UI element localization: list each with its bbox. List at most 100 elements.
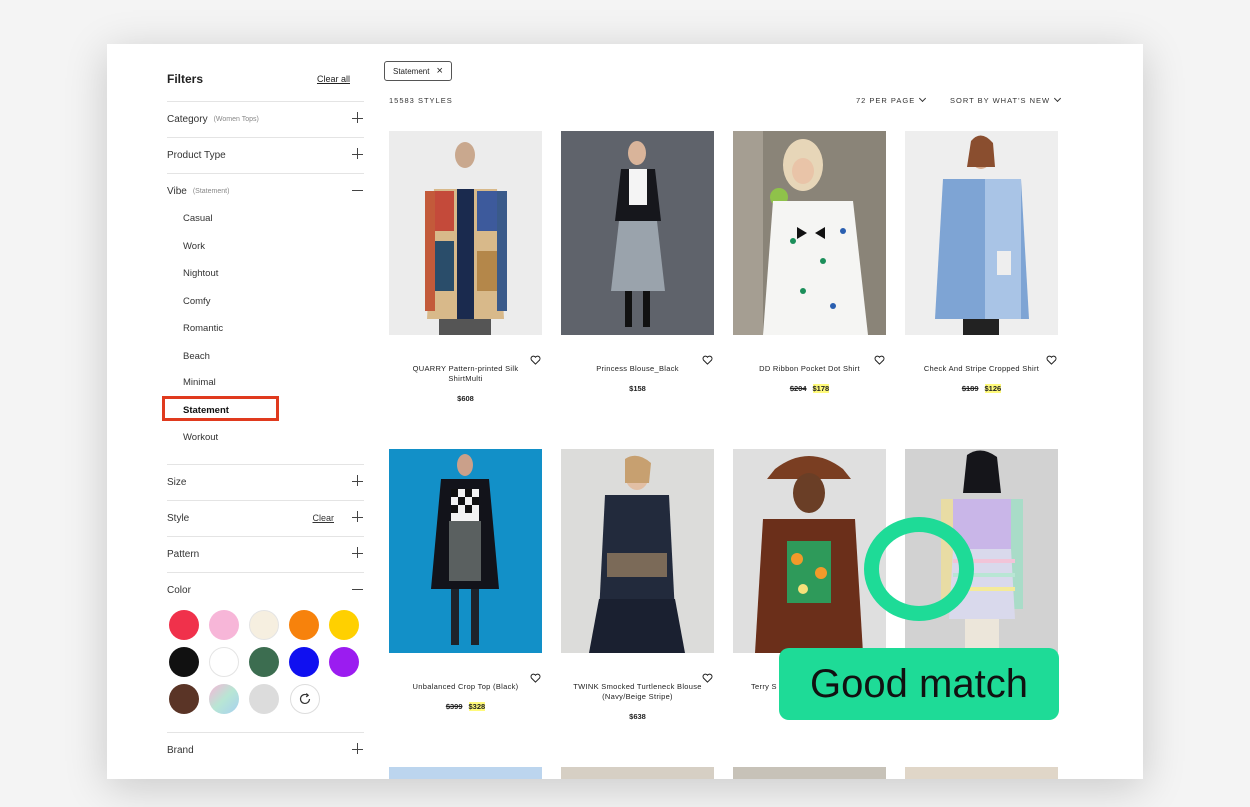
per-page-label: 72 PER PAGE xyxy=(856,96,916,105)
product-photo xyxy=(905,131,1058,335)
filter-category[interactable]: Category (Women Tops) xyxy=(167,101,364,137)
product-card[interactable] xyxy=(389,767,542,779)
active-filter-chip[interactable]: Statement × xyxy=(384,61,452,81)
vibe-label: Vibe xyxy=(167,186,187,197)
expand-icon[interactable] xyxy=(352,475,364,487)
expand-icon[interactable] xyxy=(352,112,364,124)
product-photo xyxy=(733,449,886,653)
product-photo xyxy=(561,449,714,653)
expand-icon[interactable] xyxy=(352,511,364,523)
color-swatch[interactable] xyxy=(249,647,279,677)
product-image[interactable] xyxy=(905,131,1058,335)
color-label: Color xyxy=(167,585,191,596)
refresh-icon xyxy=(299,693,311,705)
sale-price: $126 xyxy=(984,384,1002,393)
vibe-option-workout[interactable]: Workout xyxy=(183,432,218,443)
product-photo xyxy=(561,131,714,335)
heart-icon[interactable] xyxy=(530,355,541,365)
product-type-label: Product Type xyxy=(167,150,226,161)
color-swatch[interactable] xyxy=(169,610,199,640)
color-swatch[interactable] xyxy=(249,684,279,714)
original-price: $204 xyxy=(789,384,807,393)
pattern-label: Pattern xyxy=(167,549,200,560)
product-image[interactable] xyxy=(733,131,886,335)
product-name[interactable]: DD Ribbon Pocket Dot Shirt xyxy=(741,364,878,374)
collapse-icon[interactable] xyxy=(352,583,364,595)
product-card[interactable] xyxy=(905,767,1058,779)
product-price: $158 xyxy=(629,384,646,393)
heart-icon[interactable] xyxy=(530,673,541,683)
sort-label: SORT BY WHAT'S NEW xyxy=(950,96,1051,105)
filter-product-type[interactable]: Product Type xyxy=(167,137,364,173)
style-clear-link[interactable]: Clear xyxy=(312,513,334,523)
product-price: $638 xyxy=(629,712,646,721)
vibe-note: (Statement) xyxy=(192,188,230,195)
product-name[interactable]: QUARRY Pattern-printed Silk ShirtMulti xyxy=(397,364,534,384)
heart-icon[interactable] xyxy=(1046,355,1057,365)
vibe-option-romantic[interactable]: Romantic xyxy=(183,323,223,334)
product-price: $204 $178 xyxy=(733,384,886,393)
vibe-option-nightout[interactable]: Nightout xyxy=(183,268,218,279)
color-swatch[interactable] xyxy=(209,684,239,714)
color-swatch[interactable] xyxy=(329,647,359,677)
collapse-icon[interactable] xyxy=(352,184,364,196)
expand-icon[interactable] xyxy=(352,148,364,160)
product-name[interactable]: Unbalanced Crop Top (Black) xyxy=(397,682,534,692)
color-swatch[interactable] xyxy=(169,684,199,714)
heart-icon[interactable] xyxy=(874,355,885,365)
close-icon[interactable]: × xyxy=(436,65,442,77)
screenshot-stage: Filters Clear all Category (Women Tops) … xyxy=(0,0,1250,807)
filter-pattern[interactable]: Pattern xyxy=(167,536,364,572)
product-price: $608 xyxy=(457,394,474,403)
color-swatch[interactable] xyxy=(209,610,239,640)
filter-color[interactable]: Color xyxy=(167,572,364,608)
filter-size[interactable]: Size xyxy=(167,464,364,500)
product-name[interactable]: Check And Stripe Cropped Shirt xyxy=(913,364,1050,374)
category-note: (Women Tops) xyxy=(213,116,259,123)
product-name[interactable]: Princess Blouse_Black xyxy=(569,364,706,374)
chevron-down-icon xyxy=(1054,94,1062,103)
product-image[interactable] xyxy=(389,131,542,335)
clear-all-link[interactable]: Clear all xyxy=(317,74,350,84)
product-image[interactable] xyxy=(561,131,714,335)
sort-select[interactable]: SORT BY WHAT'S NEW xyxy=(950,94,1062,105)
product-image[interactable] xyxy=(389,449,542,653)
size-label: Size xyxy=(167,477,187,488)
good-match-badge: Good match xyxy=(779,648,1059,720)
category-label: Category xyxy=(167,114,208,125)
product-card[interactable] xyxy=(733,767,886,779)
filter-vibe[interactable]: Vibe (Statement) xyxy=(167,173,364,209)
color-swatch[interactable] xyxy=(209,647,239,677)
color-swatch[interactable] xyxy=(289,647,319,677)
color-swatch[interactable] xyxy=(249,610,279,640)
filter-style[interactable]: Style Clear xyxy=(167,500,364,536)
product-photo xyxy=(733,131,886,335)
selected-highlight-box xyxy=(162,396,279,421)
expand-icon[interactable] xyxy=(352,547,364,559)
vibe-option-minimal[interactable]: Minimal xyxy=(183,377,216,388)
product-photo xyxy=(389,449,542,653)
vibe-option-comfy[interactable]: Comfy xyxy=(183,296,210,307)
reset-color-button[interactable] xyxy=(290,684,320,714)
vibe-option-work[interactable]: Work xyxy=(183,241,205,252)
original-price: $399 xyxy=(445,702,463,711)
per-page-select[interactable]: 72 PER PAGE xyxy=(856,94,927,105)
product-card[interactable] xyxy=(561,767,714,779)
product-photo xyxy=(389,131,542,335)
heart-icon[interactable] xyxy=(702,673,713,683)
filter-brand[interactable]: Brand xyxy=(167,732,364,768)
expand-icon[interactable] xyxy=(352,743,364,755)
product-image[interactable] xyxy=(561,449,714,653)
match-highlight-ring xyxy=(864,517,974,621)
vibe-option-casual[interactable]: Casual xyxy=(183,213,213,224)
color-swatch[interactable] xyxy=(169,647,199,677)
product-price: $399 $328 xyxy=(389,702,542,711)
color-swatch[interactable] xyxy=(289,610,319,640)
product-name[interactable]: TWINK Smocked Turtleneck Blouse (Navy/Be… xyxy=(569,682,706,702)
vibe-option-beach[interactable]: Beach xyxy=(183,351,210,362)
product-price: $189 $126 xyxy=(905,384,1058,393)
color-swatch[interactable] xyxy=(329,610,359,640)
heart-icon[interactable] xyxy=(702,355,713,365)
brand-label: Brand xyxy=(167,745,194,756)
product-image[interactable] xyxy=(733,449,886,653)
